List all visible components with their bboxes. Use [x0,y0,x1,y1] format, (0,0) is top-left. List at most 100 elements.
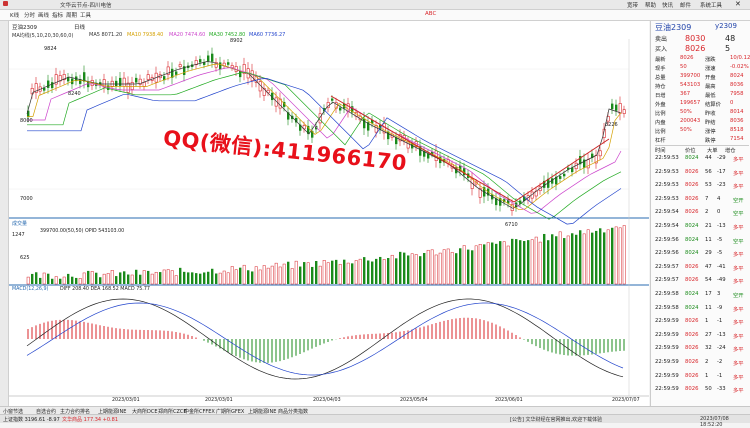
volume-bar [258,269,262,285]
tick-type: 多平 [733,225,744,231]
candle [598,150,602,157]
quote-value: 8014 [730,109,744,115]
quote-value: 8036 [730,82,744,88]
tick-inc: -29 [717,155,726,161]
candle [207,55,210,62]
toolbar-abc[interactable]: ABC [425,11,436,17]
volume-bar [270,265,274,285]
y-axis-label: 8000 [20,118,33,124]
menu-broadband[interactable]: 宽带 [627,1,638,9]
buy-price[interactable]: 8026 [685,44,705,53]
volume-bar [87,270,90,284]
tick-row: 22:59:54 8026 2 0 空平 [655,209,749,217]
volume-bar [354,260,358,285]
volume-bar [154,271,158,285]
quote-value: -0.02% [730,64,749,70]
quote-label: 比例 [655,129,666,135]
tick-price: 8024 [685,291,699,297]
period-label[interactable]: 日线 [74,23,85,31]
candle [615,104,618,111]
quote-value: 367 [680,91,691,97]
tick-row: 22:59:57 8026 54 -49 多平 [655,277,749,285]
tick-price: 8026 [685,182,699,189]
volume-bar [395,258,398,284]
clock-date: 2023/07/08 18:52:20 [700,416,729,428]
volume-bar [426,249,430,285]
quote-row: 内盘 200043 昨结 8036 [655,118,749,126]
volume-bar [67,273,70,284]
volume-label: 成交量 [12,221,28,227]
tick-time: 22:59:54 [655,223,679,229]
volume-bar [614,226,618,285]
volume-bar [622,225,626,285]
volume-values: 399700.00(50,50) OPID 543103.00 [40,229,125,234]
toolbar-kline[interactable]: K线 [10,11,19,19]
volume-bar [191,272,194,284]
tick-price: 8026 [685,331,699,338]
tick-time: 22:59:53 [655,168,679,175]
volume-bar [150,273,154,285]
quote-code: y2309 [715,22,737,30]
volume-bar [215,273,218,284]
tick-inc: -24 [717,345,726,352]
tick-type: 空开 [733,293,744,299]
chart-area[interactable] [9,39,649,406]
volume-bar [446,248,450,285]
tick-type: 多平 [733,347,744,354]
volume-bar [566,235,570,285]
quote-row: 比例 50% 涨停 8518 [655,127,749,135]
ticks-header-vol: 大单 [707,148,718,154]
tick-time: 22:59:57 [655,263,679,270]
tick-vol: 50 [705,386,712,393]
volume-bar [218,272,222,285]
candle [51,82,54,89]
volume-bar [62,276,66,285]
candle [126,82,130,93]
quote-label: 涨跌 [705,57,716,63]
volume-bar [471,250,474,284]
candle [199,59,202,63]
menu-tools[interactable]: 系统工具 [700,1,722,9]
menu-mail[interactable]: 邮件 [680,1,691,9]
candle [175,71,178,75]
tick-row: 22:59:59 8026 2 -2 多平 [655,359,749,367]
close-icon[interactable]: ✕ [735,0,741,8]
volume-bar [322,260,326,285]
title-bar: 文华云节点-四川电信 宽带 帮助 快讯 邮件 系统工具 ✕ [0,0,750,10]
menu-help[interactable]: 帮助 [645,1,656,9]
toolbar-period[interactable]: 周期 [66,11,77,19]
tick-time: 22:59:56 [655,236,679,243]
toolbar-draw[interactable]: 画线 [38,11,49,19]
quote-value: 8518 [730,127,744,133]
quote-label: 持仓 [655,84,666,90]
volume-bar [486,242,490,285]
tick-vol: 1 [705,318,709,325]
candle [43,88,46,91]
quote-label: 涨速 [705,66,716,72]
toolbar-timeshare[interactable]: 分时 [24,11,35,19]
quote-value: 0 [730,100,734,106]
toolbar-indicator[interactable]: 指标 [52,11,63,19]
volume-bar [174,275,178,285]
volume-bar [591,232,594,284]
menu-news[interactable]: 快讯 [662,1,673,9]
toolbar-tools[interactable]: 工具 [80,11,91,19]
volume-axis-label: 1247 [12,232,25,238]
quote-label: 内盘 [655,120,666,126]
volume-bar [42,272,46,285]
volume-bar [71,276,74,284]
volume-bar [367,260,370,284]
volume-bar [335,259,338,284]
tick-vol: 2 [705,209,709,216]
volume-bar [495,243,498,284]
tick-vol: 11 [705,236,712,243]
volume-bar [363,257,366,284]
volume-bar [358,258,362,285]
sell-price[interactable]: 8030 [685,34,705,43]
volume-bar [538,241,542,285]
candle [586,159,590,169]
tick-type: 多平 [733,184,744,191]
volume-bar [551,234,554,284]
tick-inc: -23 [717,182,726,189]
volume-bar [606,229,610,285]
